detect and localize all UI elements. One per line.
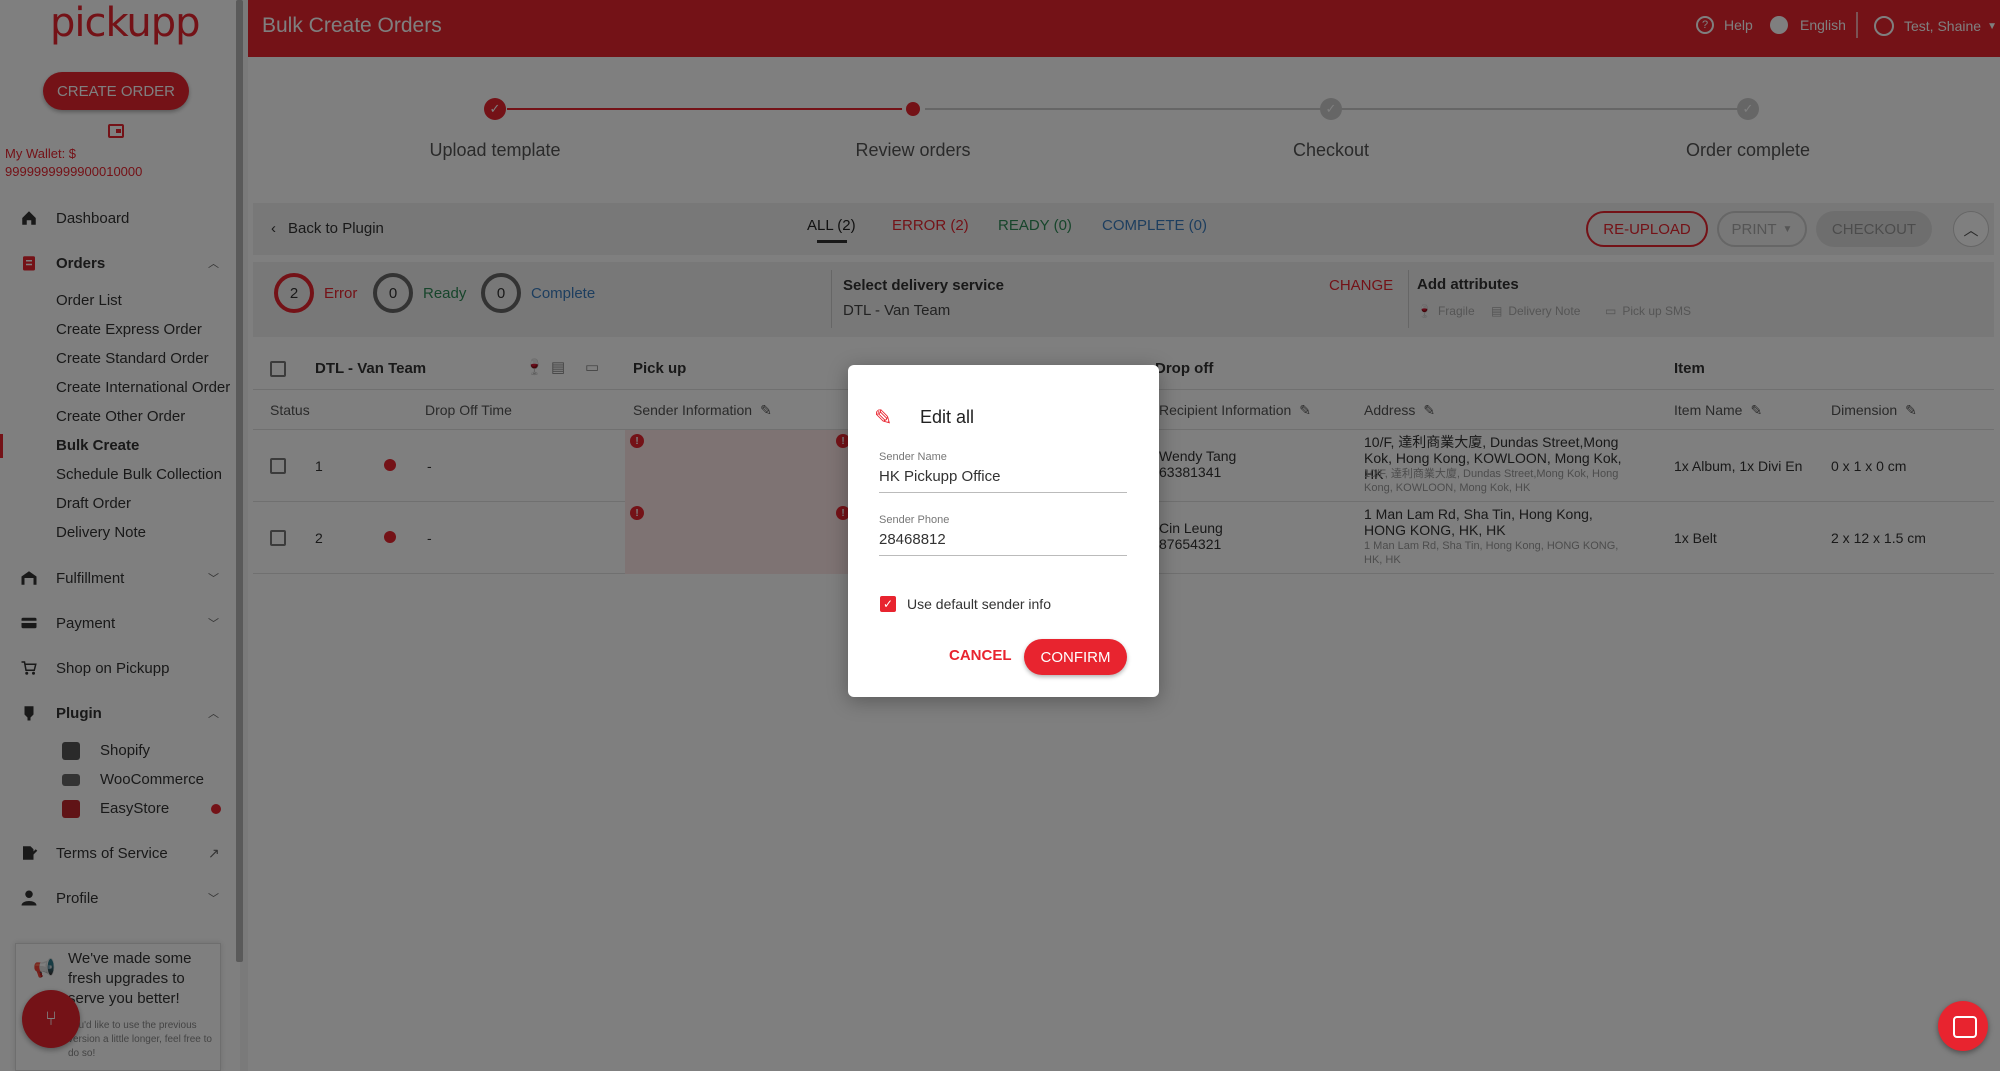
- confirm-button[interactable]: CONFIRM: [1024, 639, 1127, 675]
- edit-all-dialog: ✎ Edit all Sender Name HK Pickupp Office…: [848, 365, 1159, 697]
- checkmark-icon: ✓: [882, 597, 894, 611]
- pencil-icon: ✎: [874, 405, 893, 430]
- sender-name-label: Sender Name: [879, 451, 947, 463]
- sender-phone-input[interactable]: 28468812: [879, 530, 1127, 556]
- dialog-title: Edit all: [920, 407, 975, 427]
- cancel-button[interactable]: CANCEL: [949, 647, 1012, 664]
- use-default-label: Use default sender info: [907, 596, 1051, 612]
- chat-launcher-button[interactable]: [1938, 1001, 1988, 1051]
- sender-name-input[interactable]: HK Pickupp Office: [879, 467, 1127, 493]
- use-default-checkbox[interactable]: ✓: [880, 596, 896, 612]
- sender-phone-label: Sender Phone: [879, 514, 950, 526]
